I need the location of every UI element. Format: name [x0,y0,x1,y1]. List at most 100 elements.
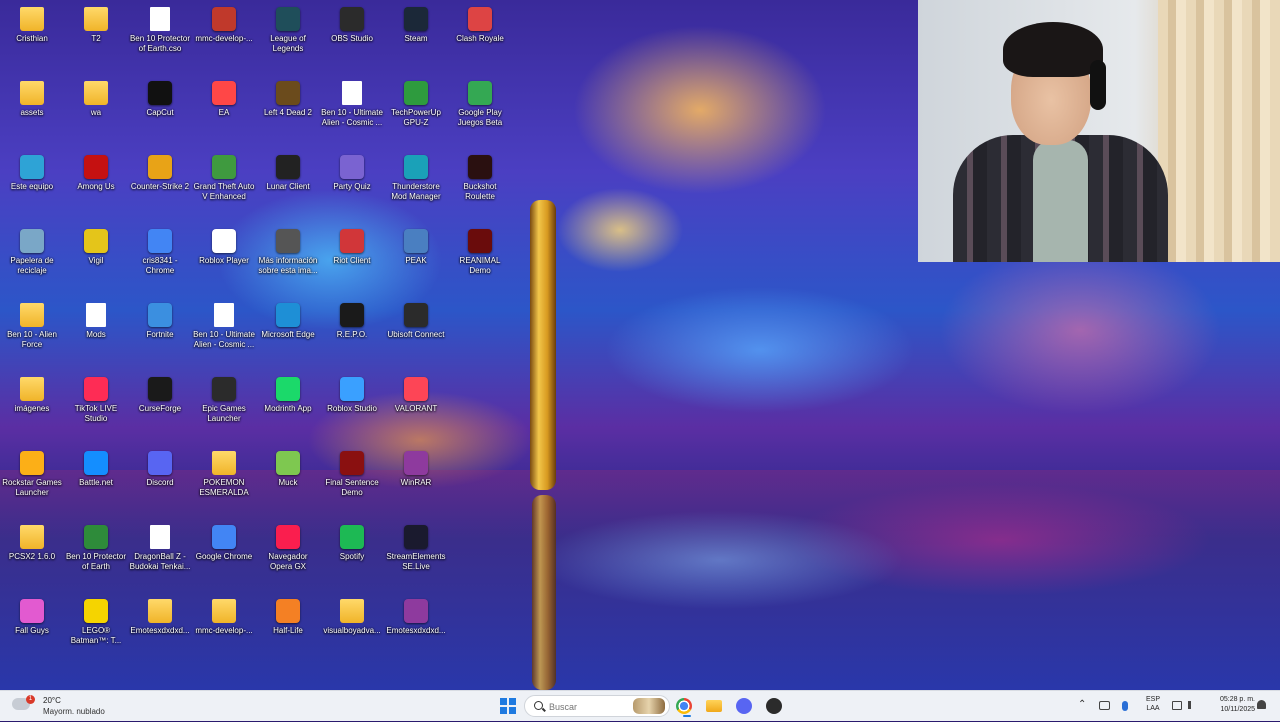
system-clock[interactable]: 05:28 p. m. 10/11/2025 [1203,695,1255,717]
desktop-icon[interactable]: wa [64,77,128,147]
desktop-icon[interactable]: T2 [64,3,128,73]
desktop-icon[interactable]: Spotify [320,521,384,591]
desktop-icon-label: Microsoft Edge [261,330,315,339]
app-icon [404,229,428,253]
desktop-icon[interactable]: mmc-develop-... [192,3,256,73]
desktop-icon[interactable]: Navegador Opera GX [256,521,320,591]
desktop-icon[interactable]: Thunderstore Mod Manager [384,151,448,221]
desktop-icon-label: Ben 10 - Ultimate Alien - Cosmic ... [193,330,255,349]
desktop-icon[interactable]: TikTok LIVE Studio [64,373,128,443]
desktop-icon[interactable]: Battle.net [64,447,128,517]
desktop-icon[interactable]: Clash Royale [448,3,512,73]
desktop-icon[interactable]: Ben 10 - Alien Force [0,299,64,369]
desktop-icon[interactable]: mmc-develop-... [192,595,256,665]
desktop-icon[interactable]: Half-Life [256,595,320,665]
desktop-icon[interactable]: Discord [128,447,192,517]
desktop-icon[interactable]: Emotesxdxdxd... [128,595,192,665]
desktop-icon[interactable]: Fall Guys [0,595,64,665]
desktop-icon[interactable]: LEGO® Batman™: T... [64,595,128,665]
desktop-icon[interactable]: CurseForge [128,373,192,443]
desktop-icon[interactable]: Google Chrome [192,521,256,591]
desktop-icon[interactable]: PEAK [384,225,448,295]
desktop-icon[interactable]: TechPowerUp GPU-Z [384,77,448,147]
desktop-icon[interactable]: Counter-Strike 2 [128,151,192,221]
desktop-icon[interactable]: Fortnite [128,299,192,369]
weather-widget[interactable]: 1 20°C Mayorm. nublado [10,694,120,716]
desktop-icon[interactable]: Ben 10 - Ultimate Alien - Cosmic ... [320,77,384,147]
desktop-icon[interactable]: Left 4 Dead 2 [256,77,320,147]
desktop-icon-label: TechPowerUp GPU-Z [391,108,441,127]
desktop-icon[interactable]: REANIMAL Demo [448,225,512,295]
app-icon [148,377,172,401]
discord-icon[interactable] [736,698,752,714]
desktop-icon[interactable]: Papelera de reciclaje [0,225,64,295]
desktop-icon-label: OBS Studio [331,34,373,43]
desktop-icon[interactable]: visualboyadva... [320,595,384,665]
app-icon [340,377,364,401]
desktop-icon[interactable]: Más información sobre esta ima... [256,225,320,295]
desktop-icon[interactable]: Party Quiz [320,151,384,221]
desktop-icon[interactable]: Ben 10 Protector of Earth [64,521,128,591]
monitor-icon[interactable] [1172,701,1182,710]
desktop-icon[interactable]: Rockstar Games Launcher [0,447,64,517]
desktop-icon[interactable]: Muck [256,447,320,517]
desktop-icon[interactable]: Ben 10 Protector of Earth.cso [128,3,192,73]
desktop-icon[interactable]: Ubisoft Connect [384,299,448,369]
desktop-icon-label: Left 4 Dead 2 [263,108,313,117]
desktop-icon[interactable]: VALORANT [384,373,448,443]
app-icon [340,155,364,179]
desktop-icon[interactable]: Epic Games Launcher [192,373,256,443]
desktop-icon[interactable]: DragonBall Z - Budokai Tenkai... [128,521,192,591]
desktop-icon[interactable]: cris8341 - Chrome [128,225,192,295]
file-explorer-icon[interactable] [706,700,722,712]
desktop-icon[interactable]: assets [0,77,64,147]
app-icon [84,377,108,401]
desktop-icon[interactable]: EA [192,77,256,147]
obs-icon[interactable] [766,698,782,714]
desktop-icon[interactable]: Buckshot Roulette [448,151,512,221]
desktop-icon[interactable]: Emotesxdxdxd... [384,595,448,665]
language-indicator[interactable]: ESP LAA [1143,695,1163,717]
speaker-icon[interactable] [1188,701,1200,709]
microphone-icon[interactable] [1122,701,1128,711]
chrome-icon[interactable] [676,698,692,717]
desktop-icon[interactable]: imágenes [0,373,64,443]
desktop-icon[interactable]: OBS Studio [320,3,384,73]
desktop-icon[interactable]: Final Sentence Demo [320,447,384,517]
desktop-icon[interactable]: PCSX2 1.6.0 [0,521,64,591]
folder-icon [148,599,172,623]
desktop-icon[interactable]: Vigil [64,225,128,295]
desktop-icon[interactable]: Lunar Client [256,151,320,221]
desktop-icon[interactable]: StreamElements SE.Live [384,521,448,591]
network-status-icon[interactable] [1099,701,1110,710]
notification-bell-icon[interactable] [1257,700,1269,722]
folder-icon [84,81,108,105]
desktop-icon[interactable]: R.E.P.O. [320,299,384,369]
desktop-icon[interactable]: Steam [384,3,448,73]
desktop-icon-label: Papelera de reciclaje [10,256,54,275]
taskbar-search[interactable] [524,695,670,717]
desktop-icon[interactable]: POKEMON ESMERALDA [192,447,256,517]
desktop-icon[interactable]: Modrinth App [256,373,320,443]
desktop-icon[interactable]: Roblox Studio [320,373,384,443]
desktop-icon[interactable]: Grand Theft Auto V Enhanced [192,151,256,221]
desktop-icon[interactable]: Riot Client [320,225,384,295]
search-input[interactable] [547,699,631,715]
desktop-icon[interactable]: CapCut [128,77,192,147]
folder-icon [20,303,44,327]
desktop-icon[interactable]: Ben 10 - Ultimate Alien - Cosmic ... [192,299,256,369]
desktop-icon[interactable]: Google Play Juegos Beta [448,77,512,147]
desktop-icon[interactable]: Este equipo [0,151,64,221]
desktop-icon[interactable]: Roblox Player [192,225,256,295]
start-button[interactable] [498,695,518,717]
desktop-icon-label: WinRAR [400,478,432,487]
desktop-icon-label: Vigil [88,256,104,265]
desktop-icon[interactable]: Cristhian [0,3,64,73]
app-icon [276,525,300,549]
desktop-icon[interactable]: League of Legends [256,3,320,73]
desktop-icon[interactable]: Mods [64,299,128,369]
desktop-icon[interactable]: Microsoft Edge [256,299,320,369]
show-hidden-icons-chevron-up-icon[interactable]: ⌃ [1078,699,1088,721]
desktop-icon[interactable]: Among Us [64,151,128,221]
desktop-icon[interactable]: WinRAR [384,447,448,517]
